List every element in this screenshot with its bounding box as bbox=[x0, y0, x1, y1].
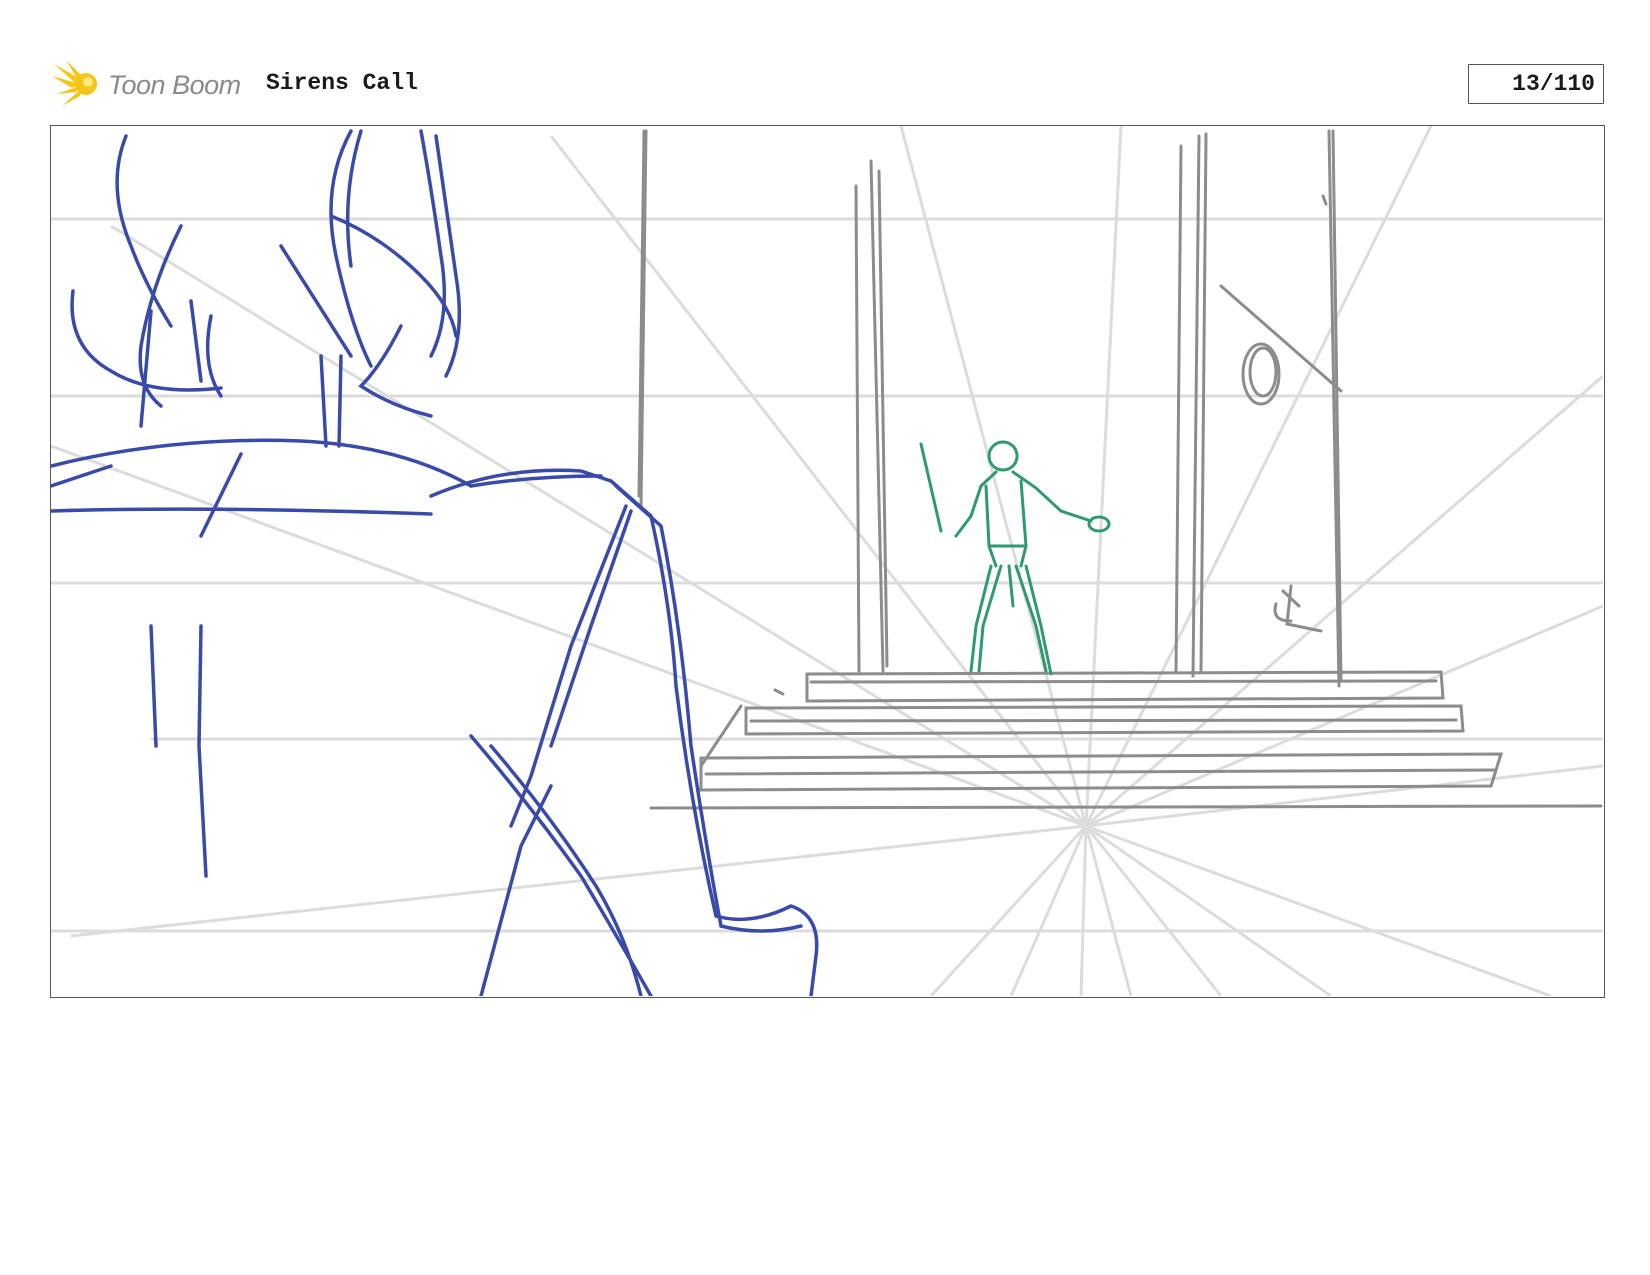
logo-text: Toon Boom bbox=[108, 70, 241, 100]
set-sketch bbox=[637, 129, 1603, 810]
toon-boom-logo: Toon Boom bbox=[52, 58, 252, 110]
page-counter: 13/110 bbox=[1468, 64, 1604, 104]
storyboard-panel bbox=[50, 125, 1605, 998]
starburst-icon bbox=[52, 60, 97, 106]
project-title: Sirens Call bbox=[266, 70, 418, 96]
panel-sketch bbox=[51, 126, 1603, 996]
perspective-guides bbox=[51, 126, 1603, 996]
storyboard-header: Toon Boom Sirens Call 13/110 bbox=[0, 0, 1650, 120]
